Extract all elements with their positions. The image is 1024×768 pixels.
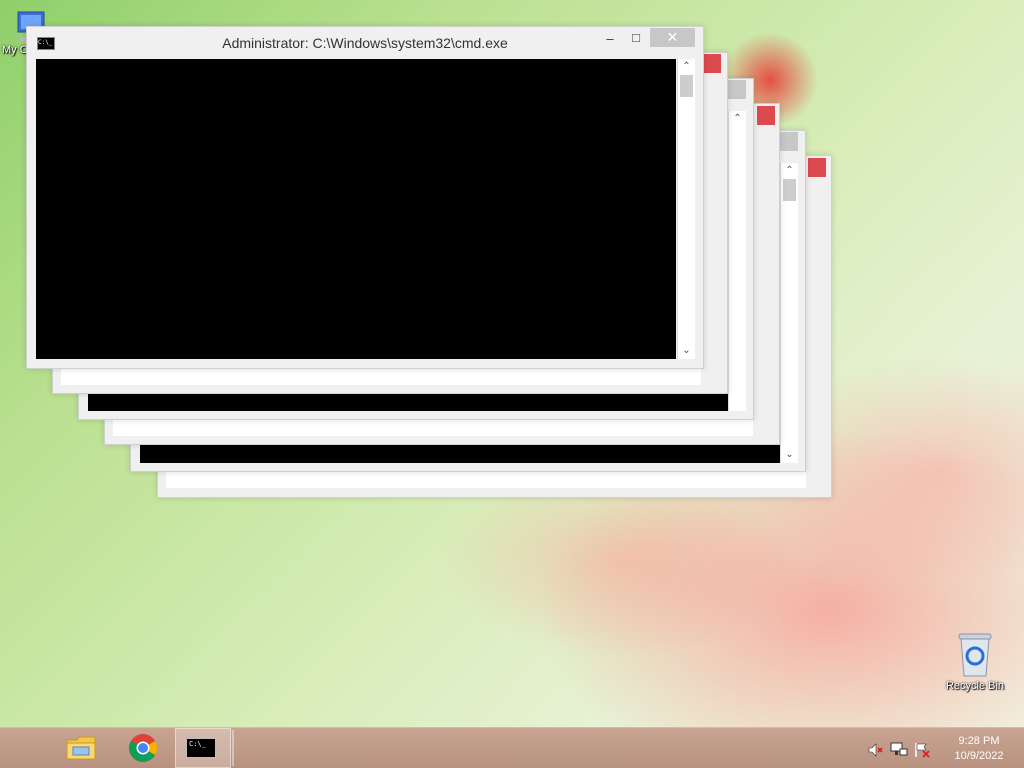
minimize-button[interactable]: – xyxy=(599,30,621,48)
taskbar-file-explorer[interactable] xyxy=(53,728,109,768)
scroll-thumb[interactable] xyxy=(783,179,796,201)
scroll-up-arrow-icon[interactable]: ⌃ xyxy=(729,112,746,126)
recycle-bin-icon xyxy=(958,633,992,677)
maximize-icon: □ xyxy=(632,30,640,45)
taskbar-clock[interactable]: 9:28 PM 10/9/2022 xyxy=(948,734,1010,764)
scroll-down-arrow-icon[interactable]: ⌄ xyxy=(678,344,695,358)
taskbar-separator xyxy=(232,730,234,766)
title-bar[interactable]: C:\_ Administrator: C:\Windows\system32\… xyxy=(27,27,703,57)
folder-icon xyxy=(66,736,96,760)
desktop-icon-label: Recycle Bin xyxy=(945,680,1005,692)
clock-date: 10/9/2022 xyxy=(954,750,1004,762)
maximize-button[interactable]: □ xyxy=(625,29,647,47)
vertical-scrollbar[interactable]: ⌃ xyxy=(728,111,746,411)
vertical-scrollbar[interactable]: ⌃ ⌄ xyxy=(677,59,695,359)
taskbar: C:\_ 9:28 PM 10/9/2022 xyxy=(0,727,1024,768)
cmd-taskbar-icon: C:\_ xyxy=(186,738,216,758)
scroll-up-arrow-icon[interactable]: ⌃ xyxy=(781,164,798,178)
cmd-window-active[interactable]: C:\_ Administrator: C:\Windows\system32\… xyxy=(26,26,704,369)
scroll-thumb[interactable] xyxy=(680,75,693,97)
close-button[interactable]: ✕ xyxy=(650,28,695,47)
scroll-down-arrow-icon[interactable]: ⌄ xyxy=(781,448,798,462)
scroll-up-arrow-icon[interactable]: ⌃ xyxy=(678,60,695,74)
taskbar-command-prompt[interactable]: C:\_ xyxy=(175,728,231,768)
clock-time: 9:28 PM xyxy=(958,735,1000,747)
chrome-icon xyxy=(129,734,157,762)
minimize-icon: – xyxy=(606,31,614,46)
vertical-scrollbar[interactable]: ⌃ ⌄ xyxy=(780,163,798,463)
close-icon: ✕ xyxy=(666,29,679,45)
close-button[interactable] xyxy=(808,158,826,177)
action-center-flag-icon[interactable] xyxy=(914,742,930,758)
close-button[interactable] xyxy=(703,54,721,73)
volume-muted-icon[interactable] xyxy=(867,742,883,758)
taskbar-chrome[interactable] xyxy=(115,728,171,768)
close-button[interactable] xyxy=(757,106,775,125)
console-area[interactable] xyxy=(36,59,676,359)
network-icon[interactable] xyxy=(890,742,908,758)
desktop-icon-recycle-bin[interactable]: Recycle Bin xyxy=(940,630,1010,692)
